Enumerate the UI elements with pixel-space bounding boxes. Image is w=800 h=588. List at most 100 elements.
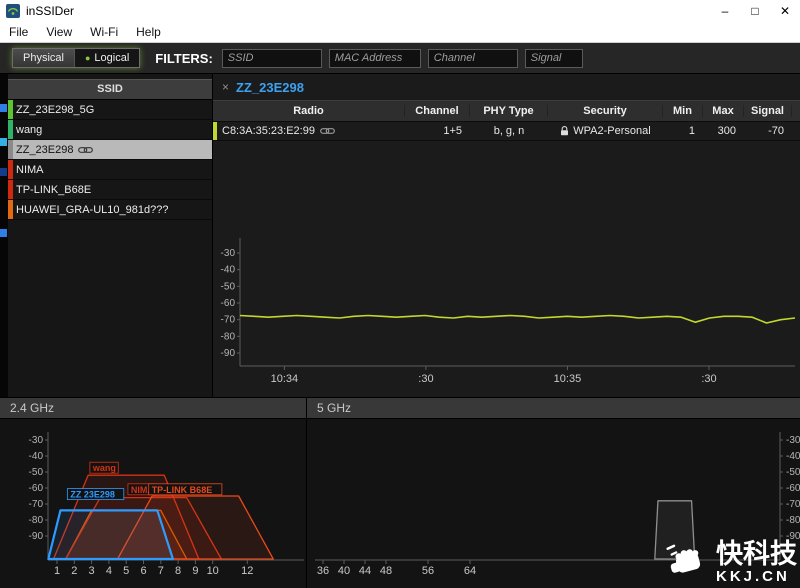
svg-text:5: 5 [123,565,129,577]
svg-text:9: 9 [192,565,198,577]
filter-input-mac-address[interactable] [328,48,421,68]
ssid-color-bar [8,200,13,219]
svg-text:48: 48 [380,565,392,577]
svg-text:4: 4 [106,565,112,577]
signal-time-chart: -30 -40 -50 -60 -70 -80 -90 10:34:30 10:35:30 [221,238,796,385]
menu-view[interactable]: View [37,25,81,39]
ssid-row[interactable]: wang [8,120,212,140]
svg-text:-50: -50 [786,467,800,478]
svg-text::30: :30 [418,373,433,385]
ssid-column-header[interactable]: SSID [8,79,212,100]
column-header-security[interactable]: Security [548,105,663,117]
desktop-icon-fragment [0,229,7,237]
svg-text:-50: -50 [29,467,44,478]
ssid-row[interactable]: HUAWEI_GRA-UL10_981d??? [8,200,212,220]
ssid-row[interactable]: TP-LINK_B68E [8,180,212,200]
desktop-icon-fragment [0,104,7,112]
filter-bar: Physical ● Logical FILTERS: [0,43,800,74]
svg-text:1: 1 [54,565,60,577]
radio-channel: 1+5 [443,125,462,137]
ssid-rows: ZZ_23E298_5Gwang ZZ_23E298 NIMA TP-LINK_B68… [8,100,212,220]
radio-security: WPA2-Personal [548,125,663,137]
ssid-label: ZZ_23E298_5G [16,103,95,116]
tab-close-icon[interactable]: × [222,80,229,94]
column-header-phy-type[interactable]: PHY Type [470,105,548,117]
svg-text:TP-LINK B68E: TP-LINK B68E [152,485,213,495]
tab-title: ZZ_23E298 [236,79,304,95]
filter-input-channel[interactable] [427,48,518,68]
ssid-label: TP-LINK_B68E [16,183,92,196]
svg-text:44: 44 [359,565,371,577]
svg-text:-60: -60 [29,483,44,494]
window-title: inSSIDer [26,4,75,18]
svg-text:-30: -30 [221,248,236,259]
svg-text:-80: -80 [221,331,236,342]
inssider-window: inSSIDer – □ ✕ File View Wi-Fi Help Physica… [0,0,800,588]
minimize-button[interactable]: – [710,0,740,22]
svg-text:8: 8 [175,565,181,577]
column-header-radio[interactable]: Radio [213,105,405,117]
ssid-row[interactable]: NIMA [8,160,212,180]
radio-table-row[interactable]: C8:3A:35:23:E2:99 1+5 b, g, n WPA2-Personal… [213,122,800,141]
svg-text:3: 3 [89,565,95,577]
menu-file[interactable]: File [0,25,37,39]
radio-max-rate: 300 [717,125,736,137]
maximize-button[interactable]: □ [740,0,770,22]
titlebar: inSSIDer – □ ✕ [0,0,800,22]
svg-text:-90: -90 [29,531,44,542]
watermark-brand: 快科技 [716,538,797,570]
main-area: SSID ZZ_23E298_5Gwang ZZ_23E298 NIMA TP-LIN… [0,74,800,397]
channel-graph-24ghz: -30-40-50-60-70-80-901 2 3 4 5 6 7 8 9 10 12wangNI… [29,432,304,577]
ssid-row[interactable]: ZZ_23E298_5G [8,100,212,120]
filter-input-ssid[interactable] [221,48,322,68]
svg-text::30: :30 [701,373,716,385]
physical-button[interactable]: Physical [13,49,74,67]
column-header-min[interactable]: Min [663,105,703,117]
logical-active-dot: ● [84,53,91,63]
ssid-list-panel: SSID ZZ_23E298_5Gwang ZZ_23E298 NIMA TP-LIN… [8,74,213,397]
filter-input-signal[interactable] [524,48,583,68]
link-icon [78,146,94,154]
radio-min-rate: 1 [688,125,695,137]
svg-text:-70: -70 [29,499,44,510]
desktop-icon-fragment [0,138,7,146]
column-header-max[interactable]: Max [703,105,744,117]
detail-tab[interactable]: × ZZ_23E298 [213,74,800,100]
svg-text:-40: -40 [221,265,236,276]
svg-text:ZZ 23E298: ZZ 23E298 [70,490,115,500]
logical-button[interactable]: ● Logical [73,49,140,67]
window-controls: – □ ✕ [710,0,800,22]
panel-24ghz: 2.4 GHz -30 -40 -50 -60 -70 -80 -90 1 2 3 4 5 6 7 8 9 10… [0,398,307,588]
ssid-color-bar [8,180,13,199]
menu-wifi[interactable]: Wi-Fi [81,25,127,39]
close-button[interactable]: ✕ [770,0,800,22]
logical-label: Logical [94,52,130,64]
ssid-row[interactable]: ZZ_23E298 [8,140,212,160]
svg-text:10:34: 10:34 [271,373,299,385]
radio-mac: C8:3A:35:23:E2:99 [222,125,315,137]
column-header-signal[interactable]: Signal [744,105,792,117]
svg-text:-80: -80 [786,515,800,526]
ssid-label: ZZ_23E298 [16,143,74,156]
menubar: File View Wi-Fi Help [0,22,800,43]
svg-text:-90: -90 [221,348,236,359]
column-header-channel[interactable]: Channel [405,105,470,117]
watermark-domain: KKJ.CN [716,568,790,586]
svg-text:wang: wang [92,463,116,473]
svg-text:-60: -60 [786,483,800,494]
ssid-label: NIMA [16,163,44,176]
svg-text:10:35: 10:35 [554,373,582,385]
kkj-watermark: 快科技 KKJ.CN [664,540,797,586]
svg-text:64: 64 [464,565,476,577]
svg-text:-70: -70 [786,499,800,510]
menu-help[interactable]: Help [127,25,170,39]
ssid-label: HUAWEI_GRA-UL10_981d??? [16,203,169,216]
band-24-header: 2.4 GHz [0,398,306,419]
filter-inputs [221,48,583,68]
app-icon [6,4,20,18]
ssid-color-bar [8,140,13,159]
svg-text:6: 6 [140,565,146,577]
band-5-header: 5 GHz [307,398,800,419]
svg-text:7: 7 [158,565,164,577]
svg-text:-40: -40 [786,451,800,462]
